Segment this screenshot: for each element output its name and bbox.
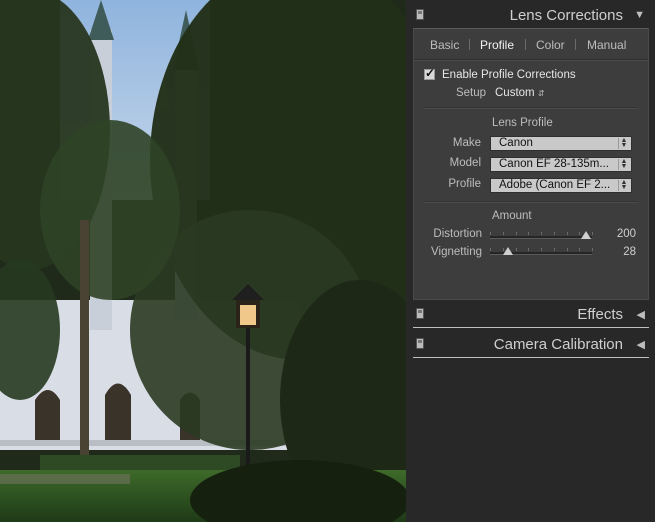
dropdown-arrows-icon: ▲ ▼ xyxy=(618,137,629,149)
slider-tick xyxy=(503,248,504,251)
slider-tick xyxy=(503,232,504,235)
collapse-triangle-icon[interactable]: ▼ xyxy=(634,9,645,21)
photo-preview xyxy=(0,0,406,522)
lens-profile-heading: Lens Profile xyxy=(492,117,553,129)
profile-label: Profile xyxy=(448,178,481,190)
camera-calibration-title: Camera Calibration xyxy=(493,336,623,353)
tab-basic[interactable]: Basic xyxy=(430,38,459,52)
amount-heading: Amount xyxy=(492,210,532,222)
panel-switch-icon[interactable] xyxy=(416,338,424,349)
lens-corrections-title: Lens Corrections xyxy=(509,7,623,24)
lens-corrections-header[interactable]: Lens Corrections ▼ xyxy=(413,4,655,26)
vignetting-slider[interactable] xyxy=(490,247,593,255)
model-label: Model xyxy=(449,157,481,169)
panel-switch-icon[interactable] xyxy=(416,9,424,20)
tab-color[interactable]: Color xyxy=(536,38,565,52)
tab-separator xyxy=(575,39,576,50)
make-dropdown[interactable]: Canon ▲ ▼ xyxy=(490,136,632,151)
model-dropdown[interactable]: Canon EF 28-135m... ▲ ▼ xyxy=(490,157,632,172)
slider-tick xyxy=(541,248,542,251)
tab-separator xyxy=(469,39,470,50)
slider-tick xyxy=(516,232,517,235)
slider-tick xyxy=(579,232,580,235)
slider-thumb[interactable] xyxy=(581,231,591,239)
slider-tick xyxy=(592,248,593,251)
enable-profile-checkbox[interactable]: ✓ xyxy=(424,66,436,80)
slider-tick xyxy=(592,232,593,235)
lens-corrections-body: Basic Profile Color Manual ✓ Enable Prof… xyxy=(413,28,649,300)
slider-tick xyxy=(567,232,568,235)
distortion-slider[interactable] xyxy=(490,231,593,239)
enable-profile-label: Enable Profile Corrections xyxy=(442,69,576,81)
setup-select[interactable]: Custom ⇵ xyxy=(495,87,545,99)
lens-corrections-tabs: Basic Profile Color Manual xyxy=(414,35,648,55)
slider-tick xyxy=(541,232,542,235)
expand-triangle-icon[interactable]: ◀ xyxy=(637,308,645,321)
make-value: Canon xyxy=(499,137,533,149)
right-panel: Lens Corrections ▼ Basic Profile Color M… xyxy=(406,0,655,522)
slider-tick xyxy=(554,248,555,251)
slider-tick xyxy=(528,248,529,251)
tab-manual[interactable]: Manual xyxy=(587,38,626,52)
vignetting-label: Vignetting xyxy=(431,246,482,258)
slider-tick xyxy=(528,232,529,235)
effects-title: Effects xyxy=(577,306,623,323)
camera-calibration-header[interactable]: Camera Calibration ◀ xyxy=(413,333,655,355)
slider-tick xyxy=(490,232,491,235)
divider xyxy=(424,108,638,109)
checkmark-icon: ✓ xyxy=(425,66,436,80)
distortion-label: Distortion xyxy=(433,228,482,240)
panel-switch-icon[interactable] xyxy=(416,308,424,319)
vignetting-value[interactable]: 28 xyxy=(606,246,636,258)
slider-tick xyxy=(490,248,491,251)
profile-value: Adobe (Canon EF 2... xyxy=(499,179,611,191)
effects-header[interactable]: Effects ◀ xyxy=(413,303,655,325)
model-value: Canon EF 28-135m... xyxy=(499,158,609,170)
slider-thumb[interactable] xyxy=(503,247,513,255)
dropdown-arrows-icon: ▲ ▼ xyxy=(618,179,629,191)
expand-triangle-icon[interactable]: ◀ xyxy=(637,338,645,351)
divider xyxy=(413,327,649,328)
divider xyxy=(413,357,649,358)
setup-label: Setup xyxy=(455,87,486,99)
dropdown-arrows-icon: ▲ ▼ xyxy=(618,158,629,170)
distortion-value[interactable]: 200 xyxy=(606,228,636,240)
slider-tick xyxy=(579,248,580,251)
tab-separator xyxy=(525,39,526,50)
slider-tick xyxy=(516,248,517,251)
tab-profile[interactable]: Profile xyxy=(480,38,514,52)
slider-tick xyxy=(554,232,555,235)
profile-dropdown[interactable]: Adobe (Canon EF 2... ▲ ▼ xyxy=(490,178,632,193)
divider xyxy=(414,60,648,61)
divider xyxy=(424,202,638,203)
select-arrows-icon: ⇵ xyxy=(537,89,545,98)
make-label: Make xyxy=(452,137,481,149)
slider-tick xyxy=(567,248,568,251)
setup-value: Custom xyxy=(495,87,535,99)
